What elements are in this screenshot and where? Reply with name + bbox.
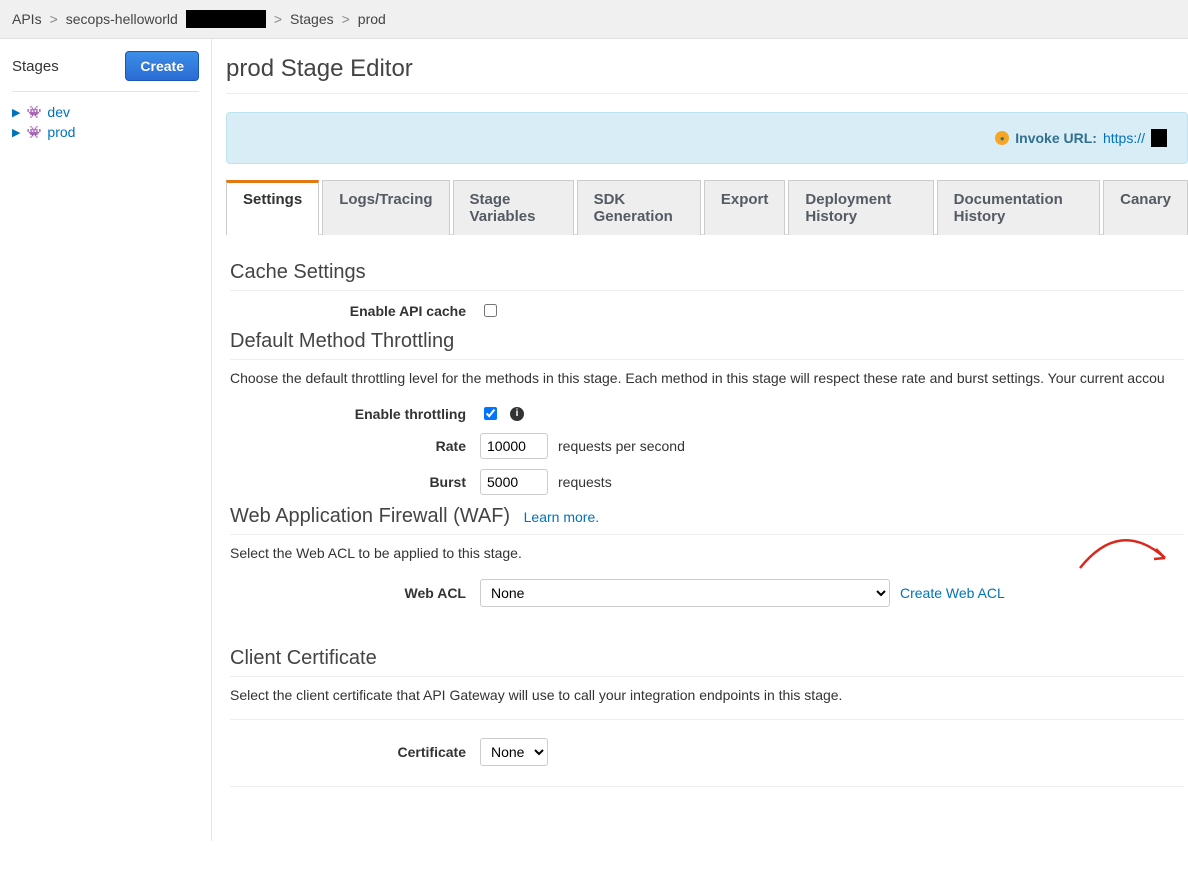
certificate-select[interactable]: None — [480, 738, 548, 766]
tab-content-settings: Cache Settings Enable API cache Default … — [226, 235, 1188, 827]
certificate-label: Certificate — [230, 744, 480, 760]
breadcrumb: APIs > secops-helloworld > Stages > prod — [0, 0, 1188, 39]
sidebar-item-dev[interactable]: ▶ 👾 dev — [12, 102, 199, 122]
expand-icon[interactable]: ● — [995, 131, 1009, 145]
waf-description: Select the Web ACL to be applied to this… — [230, 545, 1184, 561]
invoke-url-alert: ● Invoke URL: https:// — [226, 112, 1188, 164]
enable-throttling-checkbox[interactable] — [484, 407, 497, 420]
tab-sdk-generation[interactable]: SDK Generation — [577, 180, 701, 235]
redacted-block — [186, 10, 266, 28]
section-title-cache: Cache Settings — [230, 261, 1184, 291]
rate-label: Rate — [230, 438, 480, 454]
breadcrumb-item-prod[interactable]: prod — [358, 11, 386, 27]
rate-suffix: requests per second — [558, 438, 685, 454]
tab-export[interactable]: Export — [704, 180, 786, 235]
breadcrumb-item-stages[interactable]: Stages — [290, 11, 334, 27]
rate-input[interactable] — [480, 433, 548, 459]
info-icon[interactable]: i — [510, 407, 524, 421]
sidebar-item-label: prod — [47, 124, 75, 140]
client-cert-description: Select the client certificate that API G… — [230, 687, 1184, 720]
breadcrumb-item-api-name[interactable]: secops-helloworld — [66, 11, 178, 27]
web-acl-select[interactable]: None — [480, 579, 890, 607]
chevron-right-icon: > — [342, 11, 350, 27]
waf-learn-more-link[interactable]: Learn more. — [524, 509, 599, 525]
burst-suffix: requests — [558, 474, 612, 490]
chevron-right-icon: > — [274, 11, 282, 27]
tabs: Settings Logs/Tracing Stage Variables SD… — [226, 180, 1188, 235]
enable-cache-checkbox[interactable] — [484, 304, 497, 317]
tab-stage-variables[interactable]: Stage Variables — [453, 180, 574, 235]
invoke-url-label: Invoke URL: — [1015, 130, 1097, 146]
stage-icon: 👾 — [26, 125, 41, 139]
main-content: prod Stage Editor ● Invoke URL: https://… — [212, 39, 1188, 841]
create-web-acl-link[interactable]: Create Web ACL — [900, 585, 1005, 601]
section-title-throttling: Default Method Throttling — [230, 330, 1184, 360]
section-title-client-cert: Client Certificate — [230, 647, 1184, 677]
sidebar-item-prod[interactable]: ▶ 👾 prod — [12, 122, 199, 142]
chevron-right-icon: > — [50, 11, 58, 27]
web-acl-label: Web ACL — [230, 585, 480, 601]
tab-documentation-history[interactable]: Documentation History — [937, 180, 1101, 235]
throttling-description: Choose the default throttling level for … — [230, 370, 1184, 386]
burst-label: Burst — [230, 474, 480, 490]
caret-right-icon: ▶ — [12, 106, 20, 119]
breadcrumb-item-apis[interactable]: APIs — [12, 11, 42, 27]
tab-logs-tracing[interactable]: Logs/Tracing — [322, 180, 449, 235]
tab-deployment-history[interactable]: Deployment History — [788, 180, 933, 235]
sidebar-title: Stages — [12, 58, 59, 75]
enable-throttling-label: Enable throttling — [230, 406, 480, 422]
sidebar: Stages Create ▶ 👾 dev ▶ 👾 prod — [0, 39, 212, 841]
tab-canary[interactable]: Canary — [1103, 180, 1188, 235]
sidebar-item-label: dev — [47, 104, 70, 120]
invoke-url-link[interactable]: https:// — [1103, 130, 1145, 146]
burst-input[interactable] — [480, 469, 548, 495]
enable-cache-label: Enable API cache — [230, 303, 480, 319]
redacted-block — [1151, 129, 1167, 147]
caret-right-icon: ▶ — [12, 126, 20, 139]
tab-settings[interactable]: Settings — [226, 180, 319, 235]
create-button[interactable]: Create — [125, 51, 199, 81]
stage-icon: 👾 — [26, 105, 41, 119]
section-title-waf: Web Application Firewall (WAF) Learn mor… — [230, 505, 1184, 535]
page-title: prod Stage Editor — [226, 55, 1188, 94]
